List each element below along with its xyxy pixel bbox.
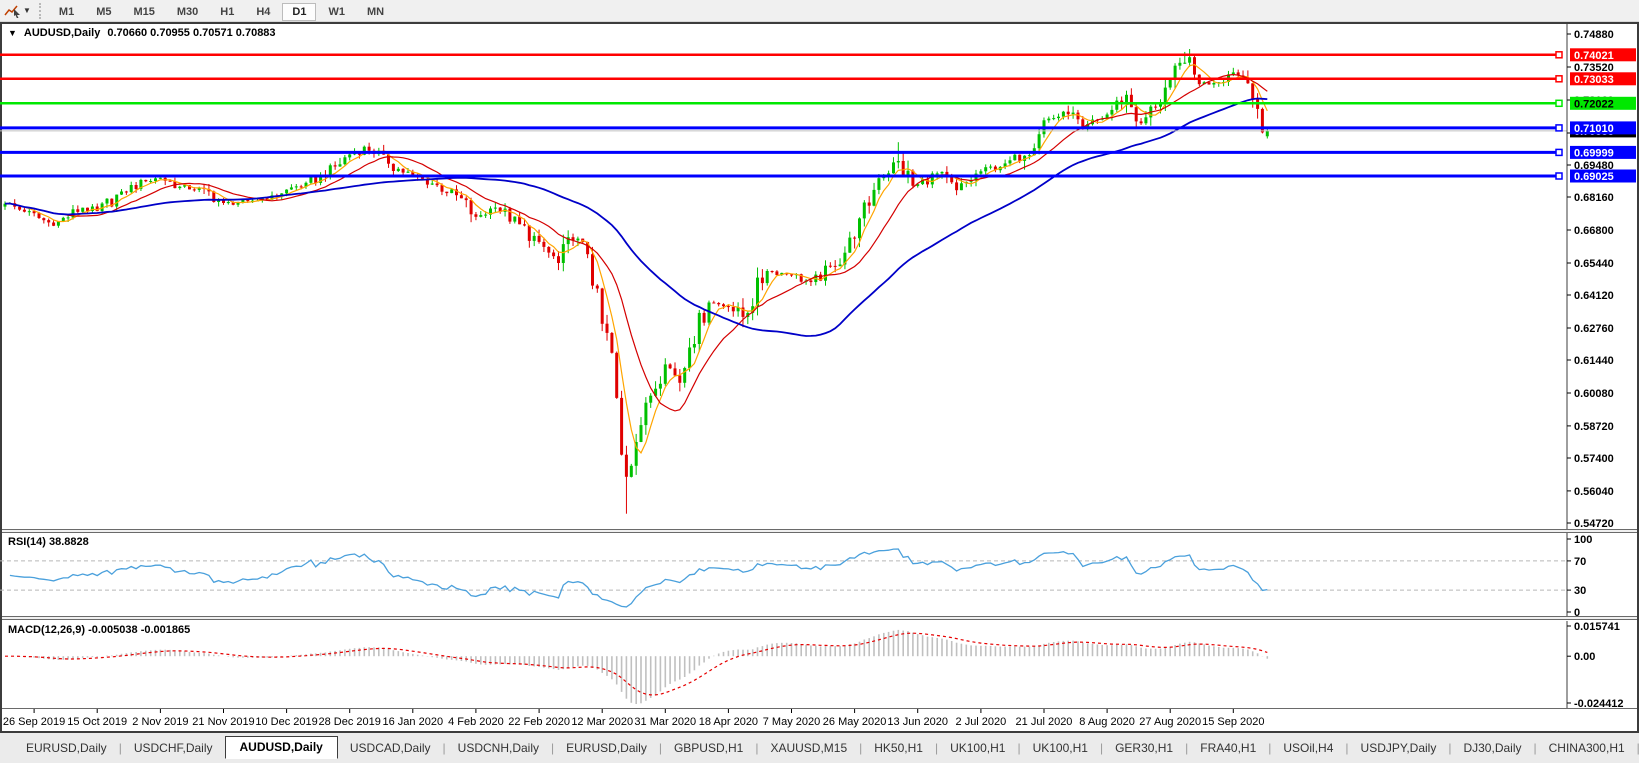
svg-text:0.00: 0.00 <box>1574 651 1595 663</box>
tab-eurusd-daily[interactable]: EURUSD,Daily <box>14 738 119 759</box>
tab-dj30-daily[interactable]: DJ30,Daily <box>1451 738 1533 759</box>
svg-text:13 Jun 2020: 13 Jun 2020 <box>887 716 948 728</box>
timeframe-button-h4[interactable]: H4 <box>246 3 280 21</box>
svg-text:0.57400: 0.57400 <box>1574 453 1614 465</box>
svg-text:8 Aug 2020: 8 Aug 2020 <box>1079 716 1135 728</box>
chevron-down-icon[interactable]: ▼ <box>8 28 17 38</box>
pane-splitter[interactable] <box>2 616 1637 620</box>
chevron-down-icon[interactable]: ▼ <box>23 6 31 15</box>
macd-values: -0.005038 -0.001865 <box>88 624 190 636</box>
svg-text:0.64120: 0.64120 <box>1574 290 1614 302</box>
svg-text:21 Nov 2019: 21 Nov 2019 <box>192 716 254 728</box>
svg-text:2 Nov 2019: 2 Nov 2019 <box>132 716 188 728</box>
svg-text:15 Oct 2019: 15 Oct 2019 <box>67 716 127 728</box>
svg-text:0.61440: 0.61440 <box>1574 355 1614 367</box>
svg-text:0.015741: 0.015741 <box>1574 621 1620 633</box>
svg-text:0.71010: 0.71010 <box>1574 123 1614 135</box>
rsi-pane[interactable]: 100 70 30 0 <box>0 533 1639 616</box>
svg-text:28 Dec 2019: 28 Dec 2019 <box>319 716 381 728</box>
tab-usdchf-daily[interactable]: USDCHF,Daily <box>122 738 225 759</box>
svg-text:0.56040: 0.56040 <box>1574 486 1614 498</box>
rsi-value: 38.8828 <box>49 536 89 548</box>
macd-indicator-label: MACD(12,26,9) -0.005038 -0.001865 <box>8 624 190 636</box>
svg-text:0.66800: 0.66800 <box>1574 225 1614 237</box>
timeframe-button-w1[interactable]: W1 <box>318 3 355 21</box>
svg-text:15 Sep 2020: 15 Sep 2020 <box>1202 716 1264 728</box>
tab-uk100-h1[interactable]: UK100,H1 <box>1021 738 1100 759</box>
svg-text:26 May 2020: 26 May 2020 <box>823 716 887 728</box>
tab-xauusd-m15[interactable]: XAUUSD,M15 <box>758 738 859 759</box>
chart-title: ▼ AUDUSD,Daily 0.70660 0.70955 0.70571 0… <box>8 27 276 39</box>
tab-audusd-daily[interactable]: AUDUSD,Daily <box>225 736 338 759</box>
ohlc-values: 0.70660 0.70955 0.70571 0.70883 <box>107 27 275 39</box>
svg-text:0.73520: 0.73520 <box>1574 62 1614 74</box>
svg-text:0.54720: 0.54720 <box>1574 518 1614 529</box>
svg-text:0.58720: 0.58720 <box>1574 421 1614 433</box>
svg-text:0.69025: 0.69025 <box>1574 171 1614 183</box>
svg-text:0.62760: 0.62760 <box>1574 323 1614 335</box>
macd-pane[interactable]: 0.015741 0.00 -0.024412 <box>0 621 1639 709</box>
timeframe-button-m15[interactable]: M15 <box>123 3 164 21</box>
tab-usoil-h4[interactable]: USOil,H4 <box>1271 738 1345 759</box>
tab-ger30-h1[interactable]: GER30,H1 <box>1103 738 1185 759</box>
svg-text:18 Apr 2020: 18 Apr 2020 <box>699 716 758 728</box>
tab-uk100-h1[interactable]: UK100,H1 <box>938 738 1017 759</box>
tab-fra40-h1[interactable]: FRA40,H1 <box>1188 738 1268 759</box>
svg-text:10 Dec 2019: 10 Dec 2019 <box>255 716 317 728</box>
tab-gbpusd-h1[interactable]: GBPUSD,H1 <box>662 738 755 759</box>
svg-text:0.65440: 0.65440 <box>1574 258 1614 270</box>
tab-hk50-h1[interactable]: HK50,H1 <box>862 738 935 759</box>
symbol-label: AUDUSD,Daily <box>24 27 100 39</box>
toolbar-separator <box>39 3 44 19</box>
svg-text:70: 70 <box>1574 556 1586 568</box>
main-price-chart[interactable]: 0.748800.735200.721600.708000.694800.681… <box>0 24 1639 529</box>
svg-text:30: 30 <box>1574 585 1586 597</box>
svg-text:100: 100 <box>1574 534 1592 546</box>
svg-text:0: 0 <box>1574 607 1580 616</box>
timeframe-button-h1[interactable]: H1 <box>210 3 244 21</box>
timeframe-button-m30[interactable]: M30 <box>167 3 208 21</box>
svg-text:0.69999: 0.69999 <box>1574 147 1614 159</box>
svg-text:27 Aug 2020: 27 Aug 2020 <box>1139 716 1201 728</box>
svg-text:0.74021: 0.74021 <box>1574 50 1614 62</box>
svg-text:2 Jul 2020: 2 Jul 2020 <box>956 716 1007 728</box>
timeframe-button-d1[interactable]: D1 <box>282 3 316 21</box>
symbol-tab-bar: EURUSD,Daily|USDCHF,DailyAUDUSD,DailyUSD… <box>0 735 1639 759</box>
tab-usdcad-daily[interactable]: USDCAD,Daily <box>338 738 443 759</box>
svg-text:16 Jan 2020: 16 Jan 2020 <box>383 716 444 728</box>
svg-text:0.73033: 0.73033 <box>1574 74 1614 86</box>
tab-usdcnh-daily[interactable]: USDCNH,Daily <box>446 738 551 759</box>
timeframe-button-mn[interactable]: MN <box>357 3 394 21</box>
timeframe-button-m1[interactable]: M1 <box>49 3 84 21</box>
top-toolbar: ▼ M1M5M15M30H1H4D1W1MN <box>0 0 1639 22</box>
svg-text:0.60080: 0.60080 <box>1574 388 1614 400</box>
date-axis: 26 Sep 2019 15 Oct 2019 2 Nov 2019 21 No… <box>0 709 1639 731</box>
svg-text:0.72022: 0.72022 <box>1574 98 1614 110</box>
svg-text:22 Feb 2020: 22 Feb 2020 <box>508 716 570 728</box>
tab-usdjpy-daily[interactable]: USDJPY,Daily <box>1349 738 1449 759</box>
timeframe-buttons: M1M5M15M30H1H4D1W1MN <box>48 2 395 20</box>
svg-text:7 May 2020: 7 May 2020 <box>763 716 820 728</box>
svg-text:21 Jul 2020: 21 Jul 2020 <box>1016 716 1073 728</box>
indicators-icon[interactable] <box>4 3 22 19</box>
svg-text:26 Sep 2019: 26 Sep 2019 <box>3 716 65 728</box>
svg-text:12 Mar 2020: 12 Mar 2020 <box>571 716 633 728</box>
svg-text:0.68160: 0.68160 <box>1574 192 1614 204</box>
tab-eurusd-daily[interactable]: EURUSD,Daily <box>554 738 659 759</box>
svg-text:31 Mar 2020: 31 Mar 2020 <box>634 716 696 728</box>
rsi-indicator-label: RSI(14) 38.8828 <box>8 536 89 548</box>
svg-text:0.74880: 0.74880 <box>1574 29 1614 41</box>
timeframe-button-m5[interactable]: M5 <box>86 3 121 21</box>
tab-china300-h1[interactable]: CHINA300,H1 <box>1537 738 1637 759</box>
svg-text:4 Feb 2020: 4 Feb 2020 <box>448 716 504 728</box>
